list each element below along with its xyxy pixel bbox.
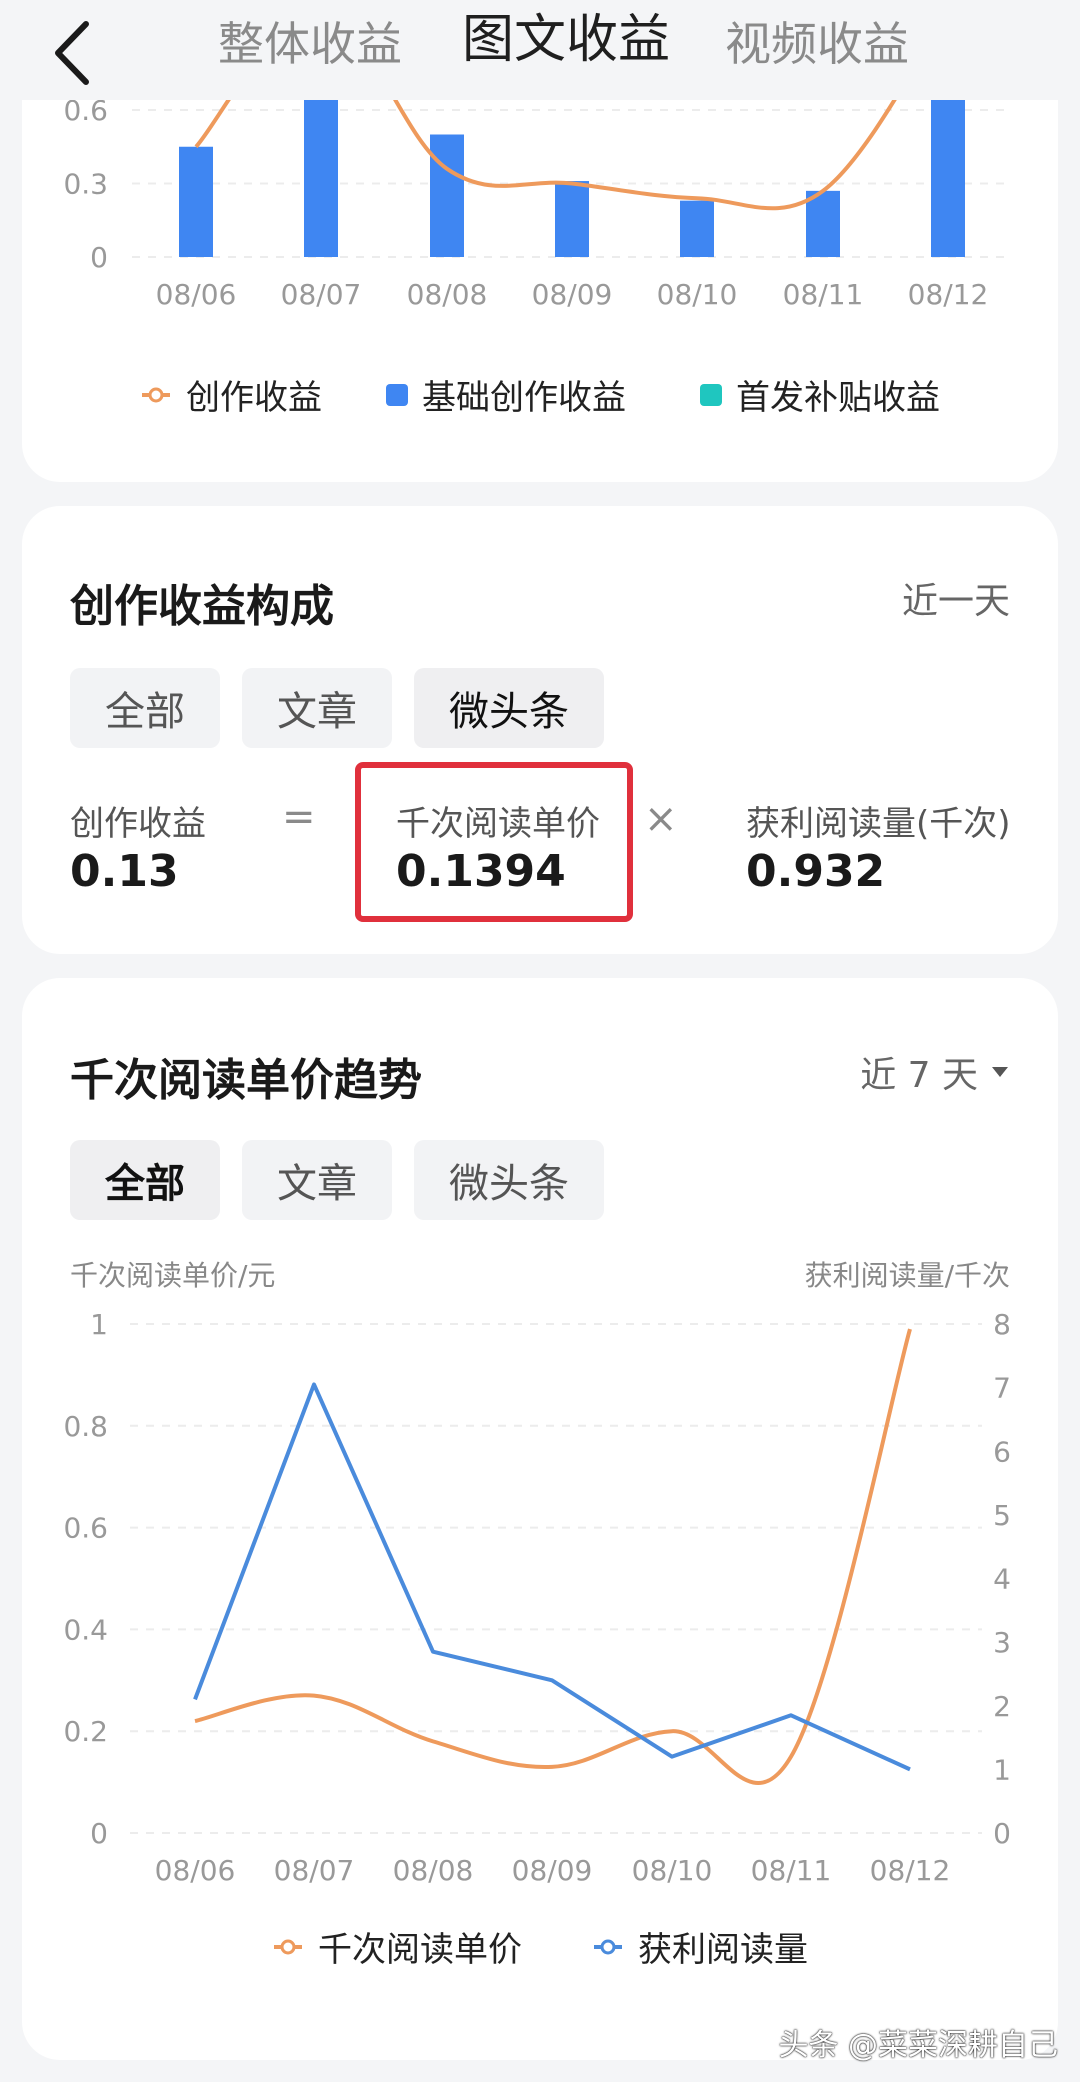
price-trend-chart: 0 0.2 0.4 0.6 0.8 1 0 1 2 3 4 5 6 7 8 08/06 08/07 08/08 08… bbox=[63, 1308, 1011, 1887]
left-y-tick-label: 0.8 bbox=[63, 1410, 108, 1443]
right-y-tick-label: 6 bbox=[993, 1435, 1011, 1468]
legend-label: 获利阅读量 bbox=[638, 1930, 808, 1970]
tab-video-income[interactable]: 视频收益 bbox=[725, 14, 909, 74]
equals-sign: = bbox=[282, 794, 316, 840]
x-tick-label: 08/08 bbox=[407, 278, 488, 311]
right-y-tick-label: 3 bbox=[993, 1626, 1011, 1659]
back-arrow-icon[interactable] bbox=[48, 18, 98, 88]
x-tick-label: 08/11 bbox=[783, 278, 864, 311]
legend-base-income[interactable]: 基础创作收益 bbox=[386, 370, 626, 419]
left-y-tick-label: 1 bbox=[90, 1308, 108, 1341]
square-legend-icon bbox=[386, 383, 408, 406]
legend-label: 基础创作收益 bbox=[422, 378, 626, 418]
legend-reads[interactable]: 获利阅读量 bbox=[592, 1922, 808, 1971]
income-label: 创作收益 bbox=[70, 804, 206, 844]
right-y-tick-label: 2 bbox=[993, 1690, 1011, 1723]
bar bbox=[806, 190, 840, 257]
y-tick-label: 0 bbox=[90, 241, 108, 274]
y-tick-label: 0.3 bbox=[63, 168, 108, 201]
filter-micro-post[interactable]: 微头条 bbox=[414, 668, 604, 748]
tab-article-income[interactable]: 图文收益 bbox=[462, 10, 670, 70]
bar bbox=[304, 96, 338, 257]
card-title: 创作收益构成 bbox=[70, 581, 334, 632]
bar bbox=[179, 146, 213, 257]
bar bbox=[555, 181, 589, 257]
x-tick-label: 08/08 bbox=[393, 1854, 474, 1887]
top-nav: 整体收益 图文收益 视频收益 bbox=[0, 0, 1080, 100]
x-tick-label: 08/10 bbox=[657, 278, 738, 311]
reads-value: 0.932 bbox=[746, 846, 886, 897]
x-tick-label: 08/12 bbox=[870, 1854, 951, 1887]
right-y-tick-label: 7 bbox=[993, 1372, 1011, 1405]
range-label[interactable]: 近一天 bbox=[902, 572, 1010, 624]
x-tick-label: 08/07 bbox=[274, 1854, 355, 1887]
right-y-tick-label: 4 bbox=[993, 1563, 1011, 1596]
watermark: 头条 @菜菜深耕自己 bbox=[778, 2028, 1058, 2063]
line-legend-icon bbox=[274, 1939, 302, 1954]
x-tick-label: 08/09 bbox=[532, 278, 613, 311]
x-tick-label: 08/12 bbox=[908, 278, 989, 311]
x-tick-label: 08/11 bbox=[751, 1854, 832, 1887]
income-value: 0.13 bbox=[70, 846, 179, 897]
price-line bbox=[194, 1328, 912, 1785]
legend-price[interactable]: 千次阅读单价 bbox=[272, 1922, 522, 1971]
reads-line bbox=[193, 1382, 911, 1772]
line-legend-icon bbox=[142, 387, 170, 402]
x-tick-label: 08/06 bbox=[156, 278, 237, 311]
x-tick-label: 08/06 bbox=[155, 1854, 236, 1887]
left-y-tick-label: 0.4 bbox=[63, 1613, 108, 1646]
legend-subsidy-income[interactable]: 首发补贴收益 bbox=[700, 370, 940, 419]
filter-article[interactable]: 文章 bbox=[242, 668, 392, 748]
left-y-tick-label: 0.6 bbox=[63, 1512, 108, 1545]
multiply-sign: × bbox=[644, 796, 678, 842]
legend-label: 创作收益 bbox=[186, 378, 322, 418]
filter-all[interactable]: 全部 bbox=[70, 668, 220, 748]
right-y-tick-label: 5 bbox=[993, 1499, 1011, 1532]
x-tick-label: 08/09 bbox=[512, 1854, 593, 1887]
right-y-tick-label: 1 bbox=[993, 1753, 1011, 1786]
right-y-tick-label: 0 bbox=[993, 1817, 1011, 1850]
income-chart-card: 0 0.3 0.6 08/06 08/07 08/08 08/09 08/10 08/11 08/… bbox=[22, 40, 1058, 482]
bar bbox=[931, 96, 965, 257]
reads-label: 获利阅读量(千次) bbox=[746, 804, 1011, 844]
bar bbox=[430, 134, 464, 257]
bar bbox=[680, 200, 714, 257]
x-tick-label: 08/07 bbox=[281, 278, 362, 311]
trend-card: 千次阅读单价趋势 近 7 天 全部 文章 微头条 千次阅读单价/元 获利阅读量/… bbox=[22, 978, 1058, 2060]
right-y-tick-label: 8 bbox=[993, 1308, 1011, 1341]
left-y-tick-label: 0 bbox=[90, 1817, 108, 1850]
left-y-tick-label: 0.2 bbox=[63, 1715, 108, 1748]
legend-creation-income[interactable]: 创作收益 bbox=[140, 370, 322, 419]
highlight-box bbox=[355, 762, 633, 922]
square-legend-icon bbox=[700, 383, 722, 406]
line-legend-icon bbox=[594, 1939, 622, 1954]
tab-overall-income[interactable]: 整体收益 bbox=[218, 14, 402, 74]
legend-label: 千次阅读单价 bbox=[318, 1930, 522, 1970]
legend-label: 首发补贴收益 bbox=[736, 378, 940, 418]
x-tick-label: 08/10 bbox=[632, 1854, 713, 1887]
